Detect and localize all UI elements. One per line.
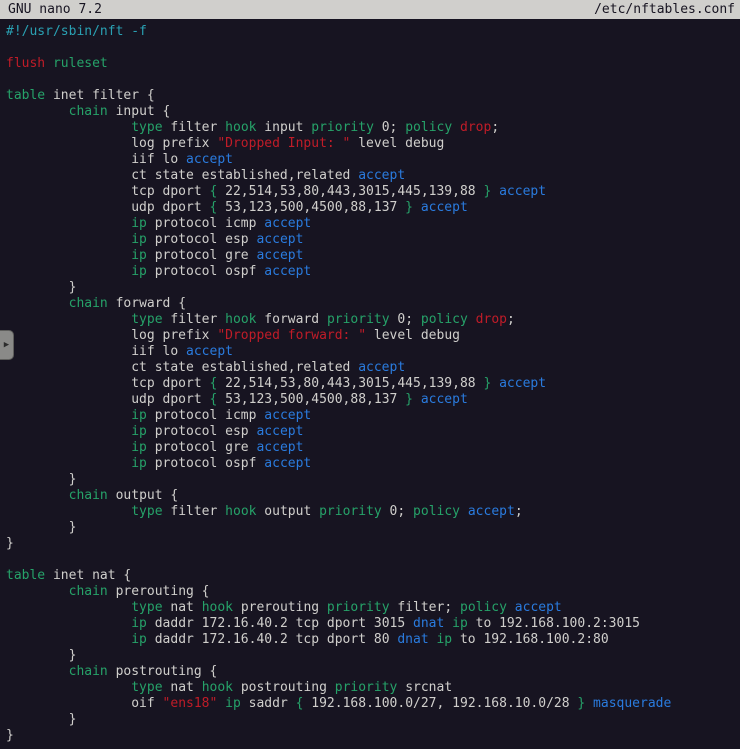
code-line: chain input { (6, 104, 740, 120)
code-line: ct state established,related accept (6, 168, 740, 184)
code-line: udp dport { 53,123,500,4500,88,137 } acc… (6, 200, 740, 216)
code-line (6, 40, 740, 56)
chevron-right-icon: ▶ (4, 341, 9, 350)
code-line: } (6, 728, 740, 744)
editor-content[interactable]: #!/usr/sbin/nft -f flush ruleset table i… (0, 19, 740, 744)
code-line: iif lo accept (6, 152, 740, 168)
code-line: } (6, 712, 740, 728)
code-line: ip protocol ospf accept (6, 264, 740, 280)
code-line: table inet nat { (6, 568, 740, 584)
code-line: chain forward { (6, 296, 740, 312)
code-line: type filter hook forward priority 0; pol… (6, 312, 740, 328)
code-line: } (6, 280, 740, 296)
code-line: type filter hook input priority 0; polic… (6, 120, 740, 136)
code-line: iif lo accept (6, 344, 740, 360)
code-line: log prefix "Dropped Input: " level debug (6, 136, 740, 152)
app-title: GNU nano 7.2 (8, 0, 102, 19)
code-line: } (6, 472, 740, 488)
code-line: ip protocol icmp accept (6, 408, 740, 424)
code-line: chain output { (6, 488, 740, 504)
code-line: ip protocol gre accept (6, 440, 740, 456)
code-line: ip daddr 172.16.40.2 tcp dport 80 dnat i… (6, 632, 740, 648)
code-line: } (6, 520, 740, 536)
code-line: udp dport { 53,123,500,4500,88,137 } acc… (6, 392, 740, 408)
code-line: } (6, 536, 740, 552)
sidebar-toggle[interactable]: ▶ (0, 330, 14, 360)
code-line: ip protocol gre accept (6, 248, 740, 264)
code-line: ip daddr 172.16.40.2 tcp dport 3015 dnat… (6, 616, 740, 632)
code-line: tcp dport { 22,514,53,80,443,3015,445,13… (6, 376, 740, 392)
code-line: type nat hook postrouting priority srcna… (6, 680, 740, 696)
code-line: tcp dport { 22,514,53,80,443,3015,445,13… (6, 184, 740, 200)
terminal-window: GNU nano 7.2 /etc/nftables.conf #!/usr/s… (0, 0, 740, 749)
code-line: flush ruleset (6, 56, 740, 72)
code-line: chain prerouting { (6, 584, 740, 600)
code-line: ip protocol icmp accept (6, 216, 740, 232)
file-path: /etc/nftables.conf (594, 0, 735, 19)
code-line: ct state established,related accept (6, 360, 740, 376)
code-line (6, 552, 740, 568)
code-line: } (6, 648, 740, 664)
code-line: oif "ens18" ip saddr { 192.168.100.0/27,… (6, 696, 740, 712)
code-line: log prefix "Dropped forward: " level deb… (6, 328, 740, 344)
code-line: ip protocol ospf accept (6, 456, 740, 472)
code-line (6, 72, 740, 88)
code-line: chain postrouting { (6, 664, 740, 680)
code-line: type nat hook prerouting priority filter… (6, 600, 740, 616)
code-line: ip protocol esp accept (6, 424, 740, 440)
code-line: ip protocol esp accept (6, 232, 740, 248)
code-line: #!/usr/sbin/nft -f (6, 24, 740, 40)
nano-titlebar: GNU nano 7.2 /etc/nftables.conf (0, 0, 740, 19)
code-line: table inet filter { (6, 88, 740, 104)
code-line: type filter hook output priority 0; poli… (6, 504, 740, 520)
